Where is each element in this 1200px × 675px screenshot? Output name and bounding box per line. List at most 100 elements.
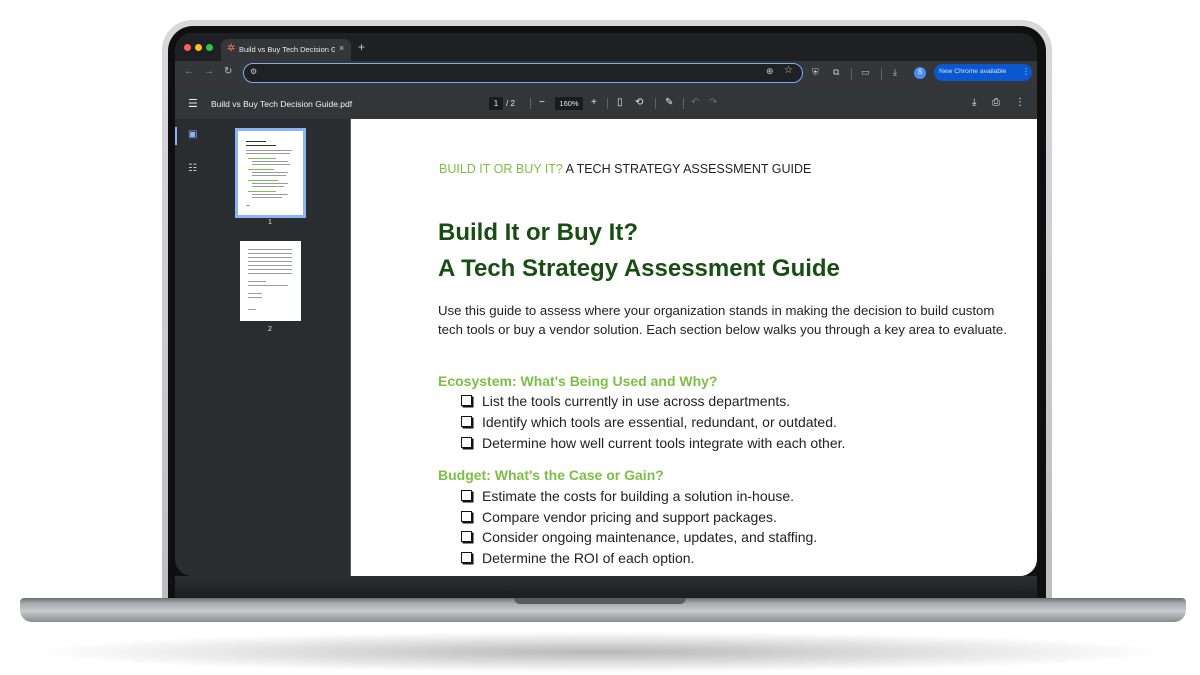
back-arrow-icon[interactable]: ← <box>184 66 194 77</box>
redo-icon[interactable]: ↷ <box>709 97 717 108</box>
thumb-line <box>248 249 292 250</box>
more-options-icon[interactable]: ⋮ <box>1015 97 1025 108</box>
zoom-magnifier-icon[interactable]: ⊕ <box>766 66 774 77</box>
thumbnail-label-2: 2 <box>268 326 272 333</box>
checklist-item-text: Determine how well current tools integra… <box>482 435 846 451</box>
document-title-line-2: A Tech Strategy Assessment Guide <box>438 255 840 282</box>
thumb-line <box>248 261 292 262</box>
thumb-line <box>248 158 276 159</box>
pdf-toolbar-divider <box>607 98 608 109</box>
laptop-shadow <box>40 632 1160 672</box>
profile-avatar[interactable]: S <box>914 67 926 79</box>
checklist-item-text: Determine the ROI of each option. <box>482 550 695 566</box>
checkbox-icon <box>461 511 472 522</box>
thumb-line <box>248 253 292 254</box>
checklist-item-text: Estimate the costs for building a soluti… <box>482 488 795 504</box>
section-heading-budget: Budget: What's the Case or Gain? <box>438 467 664 483</box>
thumbnails-view-icon[interactable]: ▣ <box>188 129 197 140</box>
checklist-item-text: Compare vendor pricing and support packa… <box>482 509 777 525</box>
reload-icon[interactable]: ↻ <box>224 66 232 77</box>
update-button-label: New Chrome available <box>939 68 1007 75</box>
zoom-in-button[interactable]: + <box>591 97 597 108</box>
laptop-base-notch <box>514 598 686 604</box>
address-bar[interactable]: ⚙ ⊕ ☆ <box>243 63 803 83</box>
bookmark-star-icon[interactable]: ☆ <box>784 65 793 76</box>
laptop-keyboard-reflection <box>175 576 1037 600</box>
hamburger-menu-icon[interactable]: ☰ <box>188 97 198 110</box>
checklist-item: Determine how well current tools integra… <box>461 435 845 451</box>
checklist-item: Consider ongoing maintenance, updates, a… <box>461 529 817 545</box>
fit-to-page-icon[interactable]: ▯ <box>617 97 623 108</box>
thumb-line <box>248 309 256 310</box>
thumb-line <box>252 175 286 176</box>
checkbox-icon <box>461 552 472 563</box>
minimize-window-button[interactable] <box>195 44 202 51</box>
thumb-line <box>248 297 262 298</box>
thumb-line <box>246 145 276 146</box>
site-settings-icon[interactable]: ⚙ <box>250 67 257 76</box>
thumb-line <box>252 197 282 198</box>
thumb-line <box>252 186 284 187</box>
annotate-pen-icon[interactable]: ✎ <box>665 97 673 108</box>
checkbox-icon <box>461 490 472 501</box>
thumb-line <box>248 180 278 181</box>
running-header-rest: A TECH STRATEGY ASSESSMENT GUIDE <box>562 162 812 176</box>
outline-view-icon[interactable]: ☷ <box>188 163 197 174</box>
zoom-level-input[interactable]: 160% <box>555 97 583 110</box>
checkbox-icon <box>461 531 472 542</box>
undo-icon[interactable]: ↶ <box>691 97 699 108</box>
pdf-toolbar-divider <box>683 98 684 109</box>
thumb-line <box>246 205 250 206</box>
thumb-line <box>252 172 288 173</box>
page-number-input[interactable]: 1 <box>489 97 503 110</box>
pdf-filename: Build vs Buy Tech Decision Guide.pdf <box>211 99 353 109</box>
thumbnail-label-1: 1 <box>268 219 272 226</box>
rotate-icon[interactable]: ⟲ <box>635 97 643 108</box>
thumb-line <box>246 153 290 154</box>
checklist-item-text: Consider ongoing maintenance, updates, a… <box>482 529 818 545</box>
thumb-line <box>248 281 266 282</box>
thumb-line <box>252 161 288 162</box>
thumb-line <box>248 169 274 170</box>
cast-icon[interactable]: ▭ <box>861 67 870 78</box>
checklist-item: List the tools currently in use across d… <box>461 393 790 409</box>
thumb-line <box>248 257 292 258</box>
close-window-button[interactable] <box>184 44 191 51</box>
new-tab-button[interactable]: + <box>358 40 365 54</box>
checklist-item: Identify which tools are essential, redu… <box>461 414 837 430</box>
pdf-viewer[interactable]: BUILD IT OR BUY IT? A TECH STRATEGY ASSE… <box>350 119 1037 576</box>
thumb-line <box>252 194 288 195</box>
checkbox-icon <box>461 395 472 406</box>
shield-extension-icon[interactable]: ⛨ <box>812 67 819 78</box>
download-icon[interactable]: ⤓ <box>972 97 976 108</box>
thumb-line <box>248 265 292 266</box>
thumb-line <box>252 183 288 184</box>
zoom-out-button[interactable]: − <box>539 97 545 108</box>
maximize-window-button[interactable] <box>206 44 213 51</box>
page-thumbnail-1[interactable] <box>235 128 306 218</box>
laptop-screen: ✲ Build vs Buy Tech Decision G × + ← → ↻… <box>175 33 1037 576</box>
browser-tab-active[interactable]: ✲ Build vs Buy Tech Decision G × <box>221 39 351 61</box>
forward-arrow-icon[interactable]: → <box>204 66 214 77</box>
checklist-item: Determine the ROI of each option. <box>461 550 694 566</box>
pdf-page: BUILD IT OR BUY IT? A TECH STRATEGY ASSE… <box>351 119 1037 576</box>
tab-title: Build vs Buy Tech Decision G <box>239 45 335 54</box>
running-header-green: BUILD IT OR BUY IT? <box>439 162 563 176</box>
toolbar-divider <box>851 68 852 80</box>
page-thumbnail-2[interactable] <box>240 241 301 321</box>
pdf-toolbar-divider <box>530 98 531 109</box>
checkbox-icon <box>461 416 472 427</box>
sidebar-active-indicator <box>175 127 177 145</box>
section-heading-ecosystem: Ecosystem: What's Being Used and Why? <box>438 373 718 389</box>
thumb-line <box>248 293 262 294</box>
tab-close-icon[interactable]: × <box>339 43 344 53</box>
more-menu-icon[interactable]: ⋮ <box>1022 67 1030 76</box>
pdf-toolbar-divider <box>655 98 656 109</box>
thumb-line <box>248 191 276 192</box>
running-header: BUILD IT OR BUY IT? A TECH STRATEGY ASSE… <box>439 162 811 176</box>
checklist-item: Compare vendor pricing and support packa… <box>461 509 777 525</box>
downloads-icon[interactable]: ⤓ <box>893 67 897 78</box>
new-chrome-available-button[interactable]: New Chrome available ⋮ <box>934 64 1032 81</box>
extensions-puzzle-icon[interactable]: ⧉ <box>833 67 839 78</box>
print-icon[interactable]: ⎙ <box>992 97 1000 108</box>
